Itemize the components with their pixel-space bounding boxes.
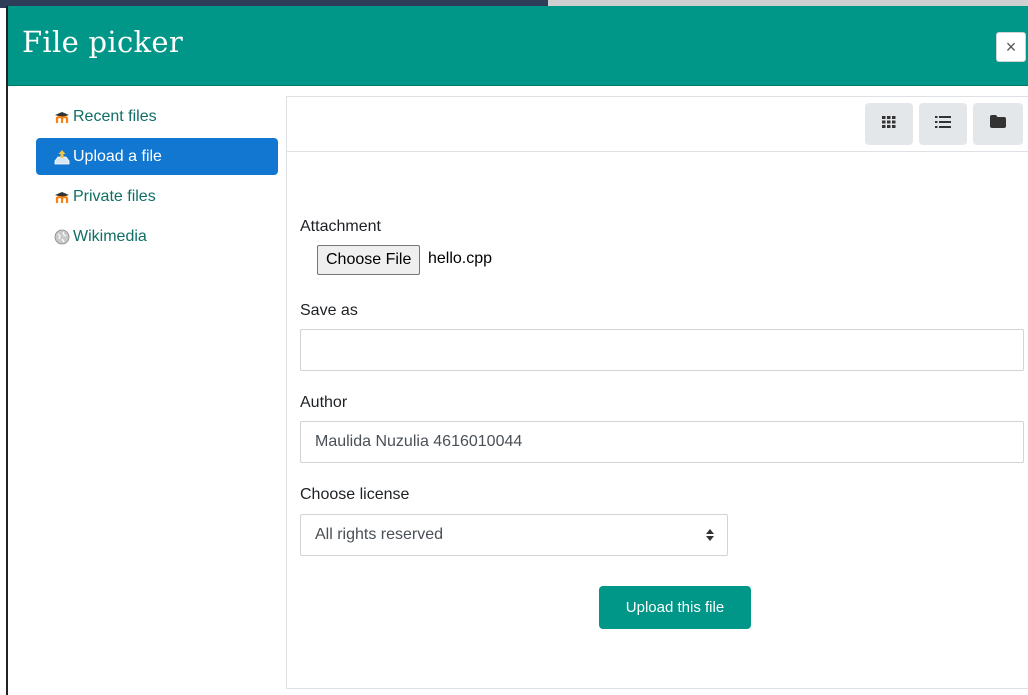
folder-view-button[interactable]	[973, 103, 1023, 145]
choose-file-button[interactable]: Choose File	[317, 245, 421, 275]
repository-sidebar: Recent files Upload a file Private files	[36, 98, 278, 258]
moodle-icon	[54, 109, 70, 125]
upload-this-file-button[interactable]: Upload this file	[599, 586, 751, 629]
save-as-label: Save as	[300, 302, 358, 319]
list-view-button[interactable]	[919, 103, 967, 145]
sidebar-item-wikimedia[interactable]: Wikimedia	[36, 218, 278, 255]
license-select[interactable]: All rights reserved	[300, 514, 728, 556]
upload-panel: Attachment Choose File hello.cpp Save as…	[286, 96, 1028, 689]
sidebar-item-upload-a-file[interactable]: Upload a file	[36, 138, 278, 175]
dialog-title: File picker	[22, 25, 184, 59]
sidebar-item-private-files[interactable]: Private files	[36, 178, 278, 215]
attachment-label: Attachment	[300, 218, 381, 235]
list-view-icon	[935, 115, 951, 133]
sidebar-item-recent-files[interactable]: Recent files	[36, 98, 278, 135]
grid-view-icon	[882, 115, 896, 133]
close-icon: ×	[1005, 37, 1017, 57]
view-toolbar	[287, 97, 1028, 152]
sidebar-item-label: Upload a file	[73, 147, 162, 165]
author-label: Author	[300, 394, 348, 411]
folder-view-icon	[990, 115, 1006, 133]
chosen-file-name: hello.cpp	[428, 250, 493, 267]
license-label: Choose license	[300, 486, 410, 503]
sidebar-item-label: Recent files	[73, 107, 157, 125]
license-selected-value: All rights reserved	[315, 526, 444, 543]
upload-icon	[54, 149, 70, 165]
sidebar-item-label: Private files	[73, 187, 156, 205]
select-caret-icon	[705, 515, 715, 558]
moodle-icon	[54, 189, 70, 205]
grid-view-button[interactable]	[865, 103, 913, 145]
wikimedia-icon	[54, 229, 70, 245]
dialog-header: File picker ×	[8, 6, 1028, 86]
file-picker-dialog: File picker × Recent files Upload a file	[6, 6, 1028, 695]
save-as-input[interactable]	[300, 329, 1024, 371]
author-input[interactable]: Maulida Nuzulia 4616010044	[300, 421, 1024, 463]
close-button[interactable]: ×	[996, 32, 1026, 62]
sidebar-item-label: Wikimedia	[73, 227, 147, 245]
